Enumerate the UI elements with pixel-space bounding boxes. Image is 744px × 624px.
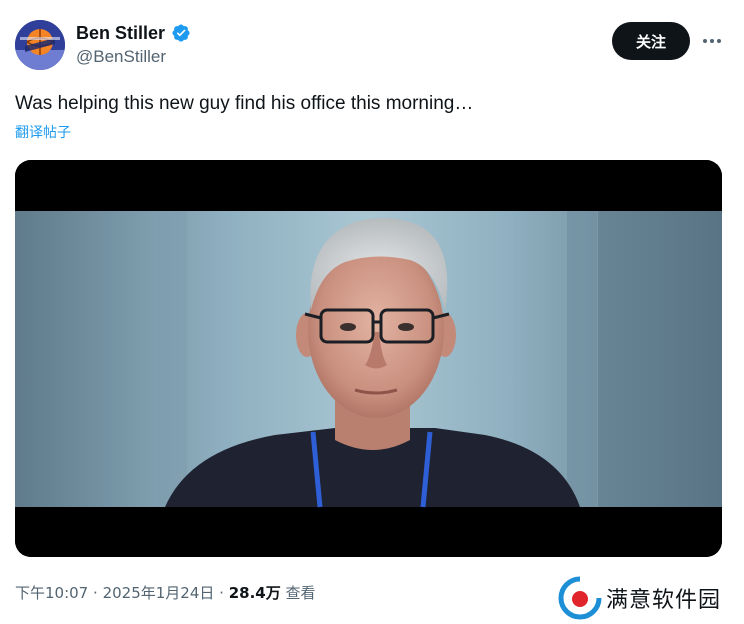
tweet-video[interactable] — [15, 160, 722, 557]
watermark-logo-icon — [558, 576, 602, 620]
author-info: Ben Stiller @BenStiller — [76, 22, 191, 67]
knicks-logo-icon — [15, 20, 65, 70]
video-frame — [15, 160, 722, 557]
translate-post-link[interactable]: 翻译帖子 — [15, 124, 71, 142]
watermark-text: 满意软件园 — [606, 588, 722, 613]
author-handle[interactable]: @BenStiller — [76, 47, 191, 67]
avatar[interactable] — [15, 20, 65, 70]
follow-button[interactable]: 关注 — [612, 22, 690, 60]
meta-separator: · — [219, 584, 224, 602]
verified-badge-icon — [172, 24, 190, 42]
views-label: 查看 — [285, 584, 316, 602]
tweet-date[interactable]: 2025年1月24日 — [103, 584, 215, 602]
tweet-text: Was helping this new guy find his office… — [15, 93, 474, 114]
author-display-name[interactable]: Ben Stiller — [76, 22, 165, 44]
views-count: 28.4万 — [228, 584, 281, 602]
tweet-time[interactable]: 下午10:07 — [15, 584, 88, 602]
more-horizontal-icon[interactable] — [698, 30, 726, 52]
tweet-header: Ben Stiller @BenStiller 关注 — [15, 20, 730, 72]
watermark: 满意软件园 — [558, 576, 721, 620]
meta-separator: · — [93, 584, 98, 602]
tweet-meta: 下午10:07 · 2025年1月24日 · 28.4万 查看 — [15, 583, 316, 603]
